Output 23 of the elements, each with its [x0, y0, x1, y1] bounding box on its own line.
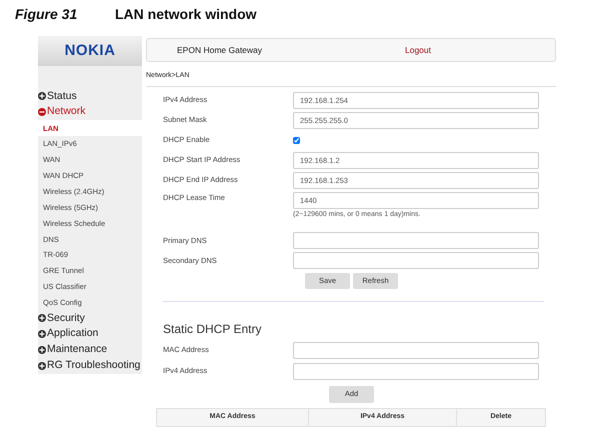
logo: NOKIA — [64, 40, 116, 61]
gateway-title: EPON Home Gateway — [177, 44, 264, 56]
section-heading: Static DHCP Entry — [163, 320, 262, 338]
sidebar-item[interactable]: Status — [38, 88, 142, 104]
plus-icon — [38, 362, 46, 370]
sidebar-item[interactable]: Application — [38, 326, 142, 342]
sidebar-item[interactable]: Maintenance — [38, 342, 142, 358]
figure-title: LAN network window — [115, 5, 257, 24]
input-field[interactable] — [293, 342, 539, 358]
input-field[interactable] — [293, 252, 539, 269]
figure-number: Figure 31 — [15, 5, 78, 24]
plus-icon — [38, 314, 46, 322]
input-field[interactable] — [293, 362, 539, 380]
logout-link[interactable]: Logout — [405, 44, 431, 56]
plus-icon — [38, 346, 46, 354]
sidebar-item[interactable]: Network — [38, 104, 142, 120]
checkbox[interactable] — [293, 136, 300, 144]
plus-icon — [38, 330, 46, 338]
input-field[interactable] — [293, 232, 539, 249]
minus-icon — [38, 108, 46, 116]
sidebar-item[interactable]: RG Troubleshooting — [38, 358, 142, 374]
sidebar-item[interactable]: Security — [38, 310, 142, 326]
plus-icon — [38, 92, 46, 100]
